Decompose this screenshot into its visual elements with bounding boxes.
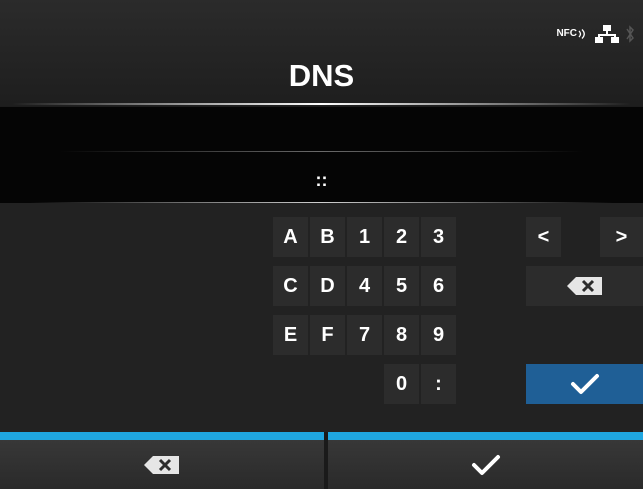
cursor-right-button[interactable]: > bbox=[600, 217, 643, 257]
nfc-label: NFC bbox=[556, 28, 577, 39]
backspace-icon bbox=[566, 277, 602, 295]
key-colon[interactable]: : bbox=[421, 364, 456, 404]
bottom-right-accent-bar bbox=[328, 432, 643, 440]
key-a[interactable]: A bbox=[273, 217, 308, 257]
key-3[interactable]: 3 bbox=[421, 217, 456, 257]
network-icon bbox=[595, 25, 619, 43]
bottom-backspace-button[interactable] bbox=[0, 432, 324, 489]
key-2[interactable]: 2 bbox=[384, 217, 419, 257]
header: NFC DNS bbox=[0, 0, 643, 106]
key-8[interactable]: 8 bbox=[384, 315, 419, 355]
confirm-key[interactable] bbox=[526, 364, 643, 404]
key-b[interactable]: B bbox=[310, 217, 345, 257]
key-e[interactable]: E bbox=[273, 315, 308, 355]
key-5[interactable]: 5 bbox=[384, 266, 419, 306]
status-icons: NFC bbox=[556, 22, 635, 46]
key-0[interactable]: 0 bbox=[384, 364, 419, 404]
title-underline bbox=[12, 103, 631, 105]
key-c[interactable]: C bbox=[273, 266, 308, 306]
page-title: DNS bbox=[288, 58, 355, 93]
bottom-left-accent-bar bbox=[0, 432, 324, 440]
key-7[interactable]: 7 bbox=[347, 315, 382, 355]
key-f[interactable]: F bbox=[310, 315, 345, 355]
key-4[interactable]: 4 bbox=[347, 266, 382, 306]
key-d[interactable]: D bbox=[310, 266, 345, 306]
backspace-key[interactable] bbox=[526, 266, 643, 306]
bottom-confirm-button[interactable] bbox=[328, 432, 643, 489]
checkmark-icon bbox=[471, 454, 500, 475]
checkmark-icon bbox=[570, 374, 599, 394]
bluetooth-icon bbox=[626, 25, 634, 43]
keypad: A B 1 2 3 < > C D 4 5 6 E F 7 8 9 0 : bbox=[0, 203, 643, 432]
input-divider bbox=[60, 151, 583, 152]
key-9[interactable]: 9 bbox=[421, 315, 456, 355]
dns-input-screen: NFC DNS :: A B 1 2 3 < > C D 4 5 6 E F 7… bbox=[0, 0, 643, 489]
nfc-icon: NFC bbox=[556, 28, 589, 40]
backspace-icon bbox=[144, 455, 179, 474]
nfc-waves-icon bbox=[578, 29, 585, 39]
input-area[interactable]: :: bbox=[0, 107, 643, 203]
key-6[interactable]: 6 bbox=[421, 266, 456, 306]
bottom-bar bbox=[0, 432, 643, 489]
dns-value-field[interactable]: :: bbox=[0, 170, 643, 191]
key-1[interactable]: 1 bbox=[347, 217, 382, 257]
cursor-left-button[interactable]: < bbox=[526, 217, 561, 257]
bottom-divider bbox=[324, 432, 328, 489]
